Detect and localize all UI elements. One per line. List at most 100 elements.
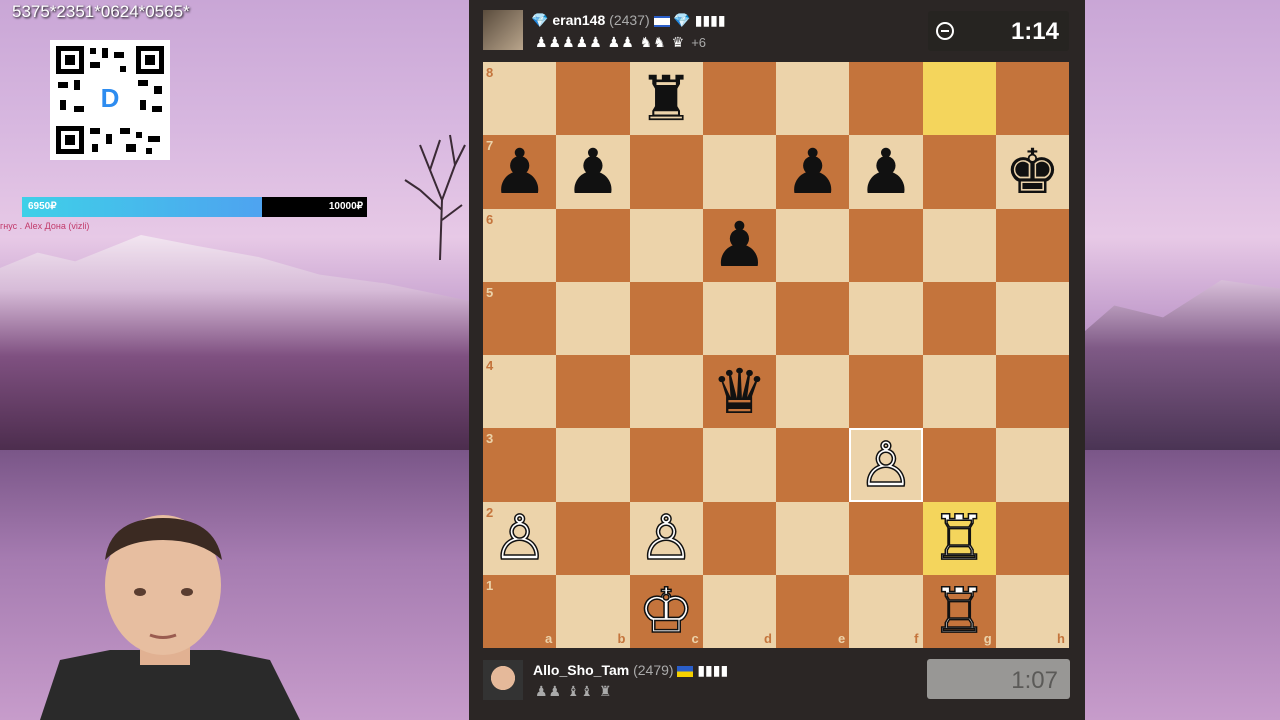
square-h6[interactable]	[995, 208, 1069, 282]
square-e6[interactable]	[776, 208, 850, 282]
black-piece-f7[interactable]: ♟	[858, 140, 914, 203]
square-f4[interactable]	[849, 355, 923, 429]
square-d7[interactable]	[702, 135, 776, 209]
square-c8[interactable]: ♜	[629, 62, 703, 136]
black-piece-a7[interactable]: ♟	[492, 140, 548, 203]
square-d6[interactable]: ♟	[702, 208, 776, 282]
square-g2[interactable]: ♖	[922, 501, 996, 575]
webcam-streamer	[40, 515, 300, 720]
square-c5[interactable]	[629, 281, 703, 355]
square-e1[interactable]: e	[776, 574, 850, 648]
file-label: e	[838, 631, 846, 646]
square-b2[interactable]	[556, 501, 630, 575]
square-b1[interactable]: b	[556, 574, 630, 648]
square-g7[interactable]	[922, 135, 996, 209]
square-h7[interactable]: ♚	[995, 135, 1069, 209]
opponent-name[interactable]: eran148	[552, 12, 605, 28]
square-e7[interactable]: ♟	[776, 135, 850, 209]
square-h5[interactable]	[995, 281, 1069, 355]
square-f8[interactable]	[849, 62, 923, 136]
square-f2[interactable]	[849, 501, 923, 575]
file-label: g	[983, 631, 992, 646]
black-piece-b7[interactable]: ♟	[565, 140, 621, 203]
file-label: h	[1057, 631, 1065, 646]
square-g3[interactable]	[922, 428, 996, 502]
square-f6[interactable]	[849, 208, 923, 282]
rank-label: 3	[486, 431, 494, 447]
file-label: c	[691, 631, 699, 646]
square-b6[interactable]	[556, 208, 630, 282]
israel-flag-icon	[653, 15, 670, 27]
square-e2[interactable]	[776, 501, 850, 575]
opponent-badges: ▮▮▮▮	[694, 12, 726, 28]
square-f3[interactable]: ♙	[849, 428, 923, 502]
square-g4[interactable]	[922, 355, 996, 429]
material-advantage: +6	[691, 35, 707, 50]
square-c4[interactable]	[629, 355, 703, 429]
black-piece-d6[interactable]: ♟	[712, 214, 768, 276]
square-d2[interactable]	[702, 501, 776, 575]
square-a1[interactable]: 1a	[483, 574, 557, 648]
square-b8[interactable]	[556, 62, 630, 136]
square-h4[interactable]	[995, 355, 1069, 429]
black-piece-c8[interactable]: ♜	[638, 67, 694, 130]
square-c3[interactable]	[629, 428, 703, 502]
square-e8[interactable]	[776, 62, 850, 136]
square-h1[interactable]: h	[995, 574, 1069, 648]
square-d4[interactable]: ♛	[702, 355, 776, 429]
black-piece-d4[interactable]: ♛	[712, 360, 768, 423]
file-label: d	[764, 631, 772, 646]
opponent-avatar[interactable]	[483, 10, 523, 50]
black-piece-e7[interactable]: ♟	[785, 140, 841, 203]
square-e4[interactable]	[776, 355, 850, 429]
square-a3[interactable]: 3	[483, 428, 557, 502]
file-label: f	[914, 631, 919, 646]
white-piece-f3[interactable]: ♙	[857, 433, 914, 497]
square-a4[interactable]: 4	[483, 355, 557, 429]
black-piece-h7[interactable]: ♚	[1005, 140, 1061, 203]
opponent-captured-list: ♟♟♟♟♟ ♟♟ ♞♞ ♛	[535, 34, 686, 50]
white-piece-a2[interactable]: ♙	[491, 506, 548, 570]
white-piece-g2[interactable]: ♖	[931, 506, 988, 570]
chess-board[interactable]: 8 ♜ 7 ♟ ♟ ♟ ♟ ♚ 6 ♟ 5 4 ♛ 3 ♙ 2 ♙ ♙ ♖ 1 a b c ♔ d e f g ♖ h	[483, 62, 1069, 648]
square-b7[interactable]: ♟	[556, 135, 630, 209]
clock-icon	[936, 22, 954, 40]
opponent-clock: 1:14	[928, 11, 1069, 51]
square-a5[interactable]: 5	[483, 281, 557, 355]
ukraine-flag-icon	[677, 665, 694, 677]
player-avatar[interactable]	[483, 660, 523, 700]
donation-progress-current: 6950₽	[28, 201, 57, 212]
square-a2[interactable]: 2 ♙	[483, 501, 557, 575]
square-g6[interactable]	[922, 208, 996, 282]
square-g5[interactable]	[922, 281, 996, 355]
square-h8[interactable]	[995, 62, 1069, 136]
square-g8[interactable]	[922, 62, 996, 136]
player-bar: Allo_Sho_Tam (2479) ▮▮▮▮ ♟♟ ♝♝ ♜ 1:07	[469, 652, 1085, 720]
square-c7[interactable]	[629, 135, 703, 209]
square-b4[interactable]	[556, 355, 630, 429]
square-a7[interactable]: 7 ♟	[483, 135, 557, 209]
square-f1[interactable]: f	[849, 574, 923, 648]
square-g1[interactable]: g ♖	[922, 574, 996, 648]
square-b5[interactable]	[556, 281, 630, 355]
white-piece-g1[interactable]: ♖	[931, 579, 988, 643]
square-f5[interactable]	[849, 281, 923, 355]
square-e5[interactable]	[776, 281, 850, 355]
square-h2[interactable]	[995, 501, 1069, 575]
square-d1[interactable]: d	[702, 574, 776, 648]
square-d8[interactable]	[702, 62, 776, 136]
square-d3[interactable]	[702, 428, 776, 502]
square-c1[interactable]: c ♔	[629, 574, 703, 648]
white-piece-c2[interactable]: ♙	[638, 506, 695, 570]
square-d5[interactable]	[702, 281, 776, 355]
square-e3[interactable]	[776, 428, 850, 502]
square-c2[interactable]: ♙	[629, 501, 703, 575]
square-a8[interactable]: 8	[483, 62, 557, 136]
square-a6[interactable]: 6	[483, 208, 557, 282]
square-b3[interactable]	[556, 428, 630, 502]
square-h3[interactable]	[995, 428, 1069, 502]
player-name[interactable]: Allo_Sho_Tam	[533, 662, 629, 678]
square-f7[interactable]: ♟	[849, 135, 923, 209]
white-piece-c1[interactable]: ♔	[638, 579, 695, 643]
square-c6[interactable]	[629, 208, 703, 282]
